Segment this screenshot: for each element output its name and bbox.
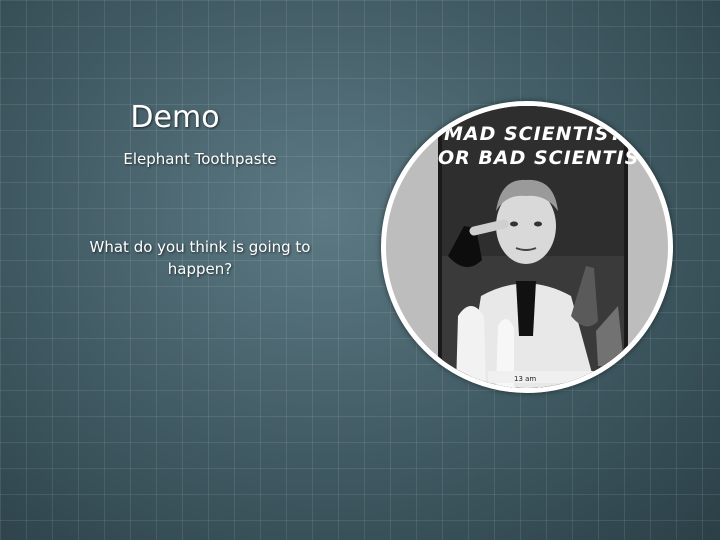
- scientist-photo-frame: MAD SCIENTIST... OR BAD SCIENTIST? 13 am: [381, 101, 673, 393]
- photo-caption-line1: MAD SCIENTIST...: [444, 123, 645, 145]
- slide-question: What do you think is going to happen?: [89, 238, 311, 278]
- glass-tube: [456, 306, 486, 388]
- slide-subtitle: Elephant Toothpaste: [123, 150, 277, 168]
- slide-title: Demo: [130, 100, 220, 135]
- slide: Demo Elephant Toothpaste What do you thi…: [0, 0, 720, 540]
- photo-footnote: 13 am: [514, 375, 536, 383]
- photo-caption-line2: OR BAD SCIENTIST?: [438, 147, 665, 169]
- scientist-photo: MAD SCIENTIST... OR BAD SCIENTIST? 13 am: [438, 106, 665, 388]
